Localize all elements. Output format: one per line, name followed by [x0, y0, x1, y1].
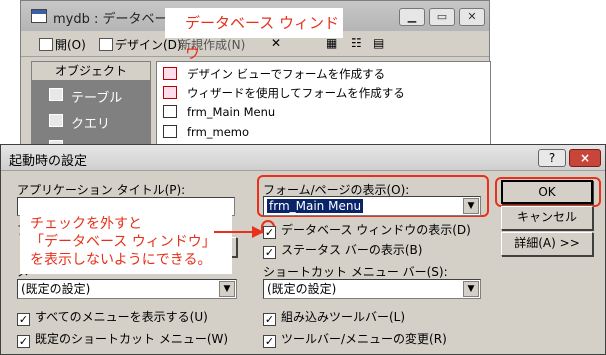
- maximize-button[interactable]: ▭: [429, 8, 455, 26]
- checkmark-icon: ✓: [263, 335, 276, 348]
- list-item[interactable]: frm_Main Menu: [163, 105, 275, 125]
- list-item[interactable]: frm_memo: [163, 125, 249, 145]
- list-item[interactable]: ウィザードを使用してフォームを作成する: [163, 85, 405, 105]
- open-button[interactable]: 開(O): [39, 36, 86, 53]
- details-view-icon[interactable]: ▤: [373, 36, 384, 50]
- object-item-tables[interactable]: テーブル: [31, 82, 151, 108]
- object-item-queries[interactable]: クエリ: [31, 108, 151, 134]
- all-menus-checkbox[interactable]: ✓ すべてのメニューを表示する(U): [17, 308, 208, 326]
- close-button[interactable]: ✕: [459, 8, 485, 26]
- form-icon: [163, 125, 177, 138]
- form-wizard-icon: [163, 86, 177, 99]
- checkmark-icon: ✓: [17, 335, 30, 348]
- list-item[interactable]: デザイン ビューでフォームを作成する: [163, 66, 385, 86]
- checkmark-icon: ✓: [17, 313, 30, 326]
- default-shortcut-checkbox[interactable]: ✓ 既定のショートカット メニュー(W): [17, 330, 228, 348]
- table-icon: [49, 88, 63, 101]
- list-view-icon[interactable]: ☷: [351, 36, 362, 50]
- chevron-down-icon[interactable]: ▼: [463, 281, 479, 297]
- builtin-toolbars-checkbox[interactable]: ✓ 組み込みツールバー(L): [263, 308, 405, 326]
- callout-uncheck-hint: チェックを外すと 「データベース ウィンドウ」 を表示しないようにできる。: [20, 210, 232, 274]
- arrow-right-icon: [214, 226, 264, 238]
- db-window-icon: [31, 9, 47, 23]
- delete-icon[interactable]: ✕: [271, 36, 281, 50]
- dialog-titlebar[interactable]: 起動時の設定 ? ×: [1, 145, 605, 171]
- status-bar-checkbox[interactable]: ✓ ステータス バーの表示(B): [263, 241, 422, 259]
- form-display-select[interactable]: frm_Main Menu ▼: [263, 196, 481, 216]
- object-panel: オブジェクト テーブル クエリ フォーム: [31, 61, 151, 158]
- menu-bar-select[interactable]: (既定の設定) ▼: [17, 279, 237, 299]
- checkmark-icon: ✓: [263, 226, 276, 239]
- form-icon: [163, 105, 177, 118]
- db-window-title: mydb : データベース: [53, 12, 180, 27]
- form-wizard-icon: [163, 67, 177, 80]
- ok-button[interactable]: OK: [501, 180, 593, 204]
- shortcut-menu-select[interactable]: (既定の設定) ▼: [263, 279, 481, 299]
- query-icon: [49, 114, 63, 127]
- checkmark-icon: ✓: [263, 246, 276, 259]
- callout-database-window: データベース ウィンドウ: [165, 8, 343, 62]
- minimize-button[interactable]: ▁: [399, 8, 425, 26]
- toolbar-changes-checkbox[interactable]: ✓ ツールバー/メニューの変更(R): [263, 330, 447, 348]
- help-button[interactable]: ?: [538, 149, 566, 167]
- checkmark-icon: ✓: [263, 313, 276, 326]
- object-list: デザイン ビューでフォームを作成する ウィザードを使用してフォームを作成する f…: [156, 61, 491, 151]
- db-window-checkbox[interactable]: ✓ データベース ウィンドウの表示(D): [263, 221, 471, 239]
- chevron-down-icon[interactable]: ▼: [219, 281, 235, 297]
- shortcut-menu-label: ショートカット メニュー バー(S):: [263, 265, 448, 279]
- cancel-button[interactable]: キャンセル: [501, 206, 593, 230]
- design-button[interactable]: デザイン(D): [99, 36, 182, 53]
- open-icon: [39, 38, 53, 51]
- close-button[interactable]: ×: [569, 149, 601, 167]
- detail-button[interactable]: 詳細(A) >>: [501, 232, 593, 256]
- app-title-label: アプリケーション タイトル(P):: [17, 183, 186, 197]
- design-icon: [99, 38, 113, 51]
- small-icons-view-icon[interactable]: ▦: [326, 36, 337, 50]
- chevron-down-icon[interactable]: ▼: [463, 198, 479, 214]
- object-panel-header: オブジェクト: [31, 61, 151, 81]
- dialog-title: 起動時の設定: [9, 154, 88, 169]
